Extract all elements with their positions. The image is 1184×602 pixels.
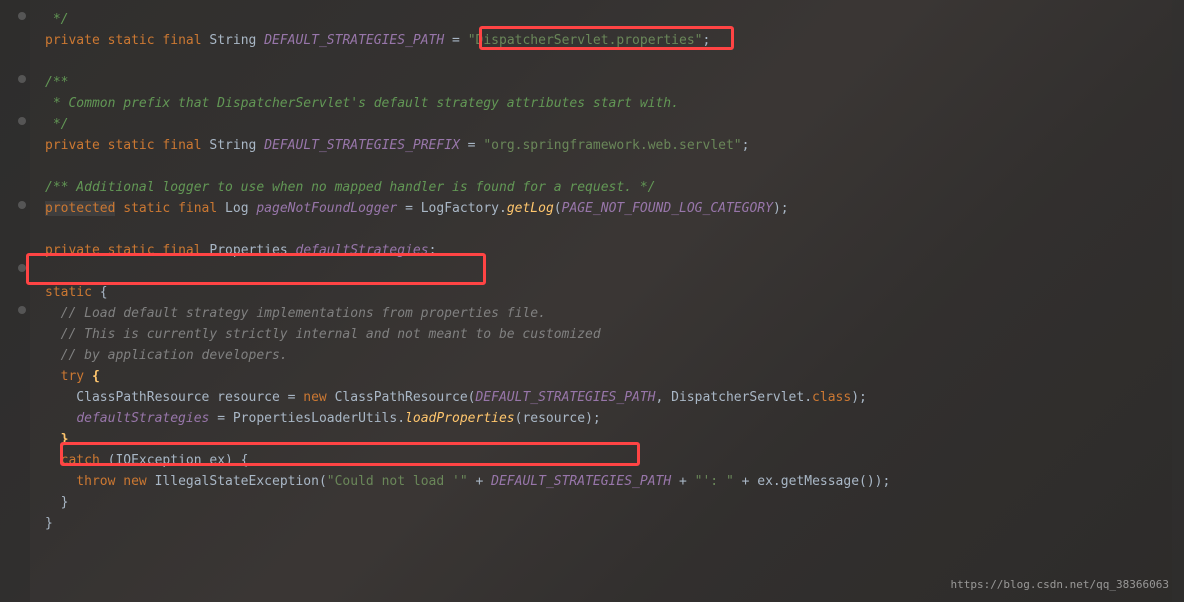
- code-line: try {: [45, 367, 1184, 388]
- code-line: // Load default strategy implementations…: [45, 304, 1184, 325]
- code-line: static {: [45, 283, 1184, 304]
- code-line: * Common prefix that DispatcherServlet's…: [45, 94, 1184, 115]
- code-line: [45, 52, 1184, 73]
- code-line: }: [45, 514, 1184, 535]
- code-line: catch (IOException ex) {: [45, 451, 1184, 472]
- code-line: // by application developers.: [45, 346, 1184, 367]
- code-line: */: [45, 115, 1184, 136]
- code-line: }: [45, 493, 1184, 514]
- code-line: }: [45, 430, 1184, 451]
- watermark-text: https://blog.csdn.net/qq_38366063: [950, 576, 1169, 594]
- code-line: protected static final Log pageNotFoundL…: [45, 199, 1184, 220]
- code-line: private static final String DEFAULT_STRA…: [45, 31, 1184, 52]
- code-editor-content[interactable]: */ private static final String DEFAULT_S…: [0, 0, 1184, 545]
- code-line: [45, 220, 1184, 241]
- code-line: ClassPathResource resource = new ClassPa…: [45, 388, 1184, 409]
- code-line: // This is currently strictly internal a…: [45, 325, 1184, 346]
- code-line: private static final Properties defaultS…: [45, 241, 1184, 262]
- code-line: defaultStrategies = PropertiesLoaderUtil…: [45, 409, 1184, 430]
- code-line: private static final String DEFAULT_STRA…: [45, 136, 1184, 157]
- code-line: /**: [45, 73, 1184, 94]
- code-line: [45, 157, 1184, 178]
- code-line: */: [45, 10, 1184, 31]
- code-line: throw new IllegalStateException("Could n…: [45, 472, 1184, 493]
- code-line: /** Additional logger to use when no map…: [45, 178, 1184, 199]
- code-line: [45, 262, 1184, 283]
